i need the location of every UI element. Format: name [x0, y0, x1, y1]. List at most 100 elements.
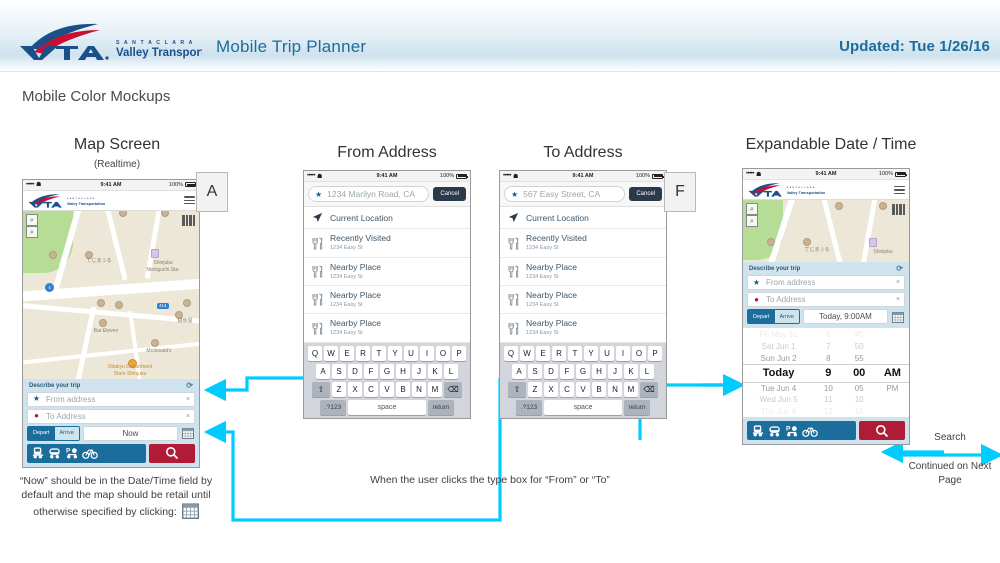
list-item[interactable]: Nearby Place 1234 Easy St	[500, 314, 666, 343]
picker-row[interactable]: Tue Jun 4 10 05 PM	[743, 383, 909, 395]
key-d[interactable]: D	[544, 363, 558, 379]
list-item[interactable]: Recently Visited 1234 Easy St	[500, 229, 666, 258]
key-v[interactable]: V	[576, 381, 590, 397]
hamburger-menu-icon[interactable]	[894, 184, 905, 196]
key-i[interactable]: I	[420, 345, 434, 361]
park-and-ride-icon[interactable]: P	[785, 424, 800, 438]
key-o[interactable]: O	[632, 345, 646, 361]
shift-key[interactable]: ⇧	[508, 381, 526, 397]
to-address-field[interactable]: ● To Address ×	[747, 292, 905, 308]
bicycle-icon[interactable]	[82, 446, 98, 460]
clear-to-icon[interactable]: ×	[896, 296, 900, 303]
zoom-out-icon[interactable]: ⌕	[746, 215, 758, 228]
calendar-button[interactable]	[891, 309, 905, 324]
picker-row[interactable]: Thu Jun 6 12 15	[743, 406, 909, 418]
key-j[interactable]: J	[412, 363, 426, 379]
key-s[interactable]: S	[332, 363, 346, 379]
key-e[interactable]: E	[340, 345, 354, 361]
depart-option[interactable]: Depart	[28, 426, 55, 440]
map-view[interactable]: てじまぅる Shinjuku ⌕ ⌕	[743, 200, 909, 263]
key-m[interactable]: M	[624, 381, 638, 397]
key-u[interactable]: U	[404, 345, 418, 361]
key-u[interactable]: U	[600, 345, 614, 361]
key-v[interactable]: V	[380, 381, 394, 397]
arrive-option[interactable]: Arrive	[774, 310, 799, 324]
picker-row-selected[interactable]: Today 9 00 AM	[743, 364, 909, 383]
to-address-field[interactable]: ● To Address ×	[27, 408, 195, 424]
space-key[interactable]: space	[544, 399, 622, 415]
key-c[interactable]: C	[560, 381, 574, 397]
key-a[interactable]: A	[316, 363, 330, 379]
time-value-field[interactable]: Now	[82, 425, 178, 441]
key-w[interactable]: W	[324, 345, 338, 361]
key-s[interactable]: S	[528, 363, 542, 379]
from-address-field[interactable]: ★ From address ×	[27, 391, 195, 407]
return-key[interactable]: return	[428, 399, 454, 415]
train-icon[interactable]	[31, 446, 46, 460]
key-y[interactable]: Y	[584, 345, 598, 361]
key-p[interactable]: P	[452, 345, 466, 361]
list-item[interactable]: Nearby Place 1234 Easy St	[304, 314, 470, 343]
list-item[interactable]: Current Location	[500, 207, 666, 230]
key-e[interactable]: E	[536, 345, 550, 361]
key-t[interactable]: T	[568, 345, 582, 361]
zoom-in-icon[interactable]: ⌕	[746, 203, 758, 216]
backspace-key[interactable]: ⌫	[640, 381, 658, 397]
key-n[interactable]: N	[608, 381, 622, 397]
depart-arrive-toggle[interactable]: Depart Arrive	[27, 425, 80, 441]
park-and-ride-icon[interactable]: P	[65, 446, 80, 460]
map-book-icon[interactable]	[892, 204, 905, 216]
key-t[interactable]: T	[372, 345, 386, 361]
train-icon[interactable]	[751, 424, 766, 438]
key-p[interactable]: P	[648, 345, 662, 361]
key-x[interactable]: X	[544, 381, 558, 397]
list-item[interactable]: Nearby Place 1234 Easy St	[304, 286, 470, 315]
key-i[interactable]: I	[616, 345, 630, 361]
map-view[interactable]: 4 414 てじまぅる Shinjuku Nishiguchi Sta. Bar…	[23, 210, 199, 379]
picker-row[interactable]: Sun Jun 2 8 55	[743, 353, 909, 365]
key-f[interactable]: F	[560, 363, 574, 379]
key-x[interactable]: X	[348, 381, 362, 397]
key-k[interactable]: K	[428, 363, 442, 379]
bus-icon[interactable]	[768, 424, 783, 438]
bus-icon[interactable]	[48, 446, 63, 460]
key-d[interactable]: D	[348, 363, 362, 379]
key-q[interactable]: Q	[308, 345, 322, 361]
key-z[interactable]: Z	[332, 381, 346, 397]
backspace-key[interactable]: ⌫	[444, 381, 462, 397]
search-button[interactable]	[149, 443, 195, 463]
bicycle-icon[interactable]	[802, 424, 818, 438]
return-key[interactable]: return	[624, 399, 650, 415]
depart-arrive-toggle[interactable]: Depart Arrive	[747, 309, 800, 325]
hamburger-menu-icon[interactable]	[184, 194, 195, 206]
key-b[interactable]: B	[396, 381, 410, 397]
key-l[interactable]: L	[444, 363, 458, 379]
refresh-icon[interactable]: ⟳	[896, 265, 903, 273]
clear-to-icon[interactable]: ×	[186, 413, 190, 420]
key-r[interactable]: R	[552, 345, 566, 361]
depart-option[interactable]: Depart	[748, 310, 775, 324]
key-m[interactable]: M	[428, 381, 442, 397]
key-z[interactable]: Z	[528, 381, 542, 397]
map-zoom-controls[interactable]: ⌕ ⌕	[746, 203, 758, 228]
list-item[interactable]: Current Location	[304, 207, 470, 230]
picker-row[interactable]: Wed Jun 5 11 10	[743, 394, 909, 406]
key-l[interactable]: L	[640, 363, 654, 379]
list-item[interactable]: Nearby Place 1234 Easy St	[500, 286, 666, 315]
key-y[interactable]: Y	[388, 345, 402, 361]
list-item[interactable]: Nearby Place 1234 Easy St	[304, 258, 470, 287]
search-button[interactable]	[859, 421, 905, 441]
cancel-button[interactable]: Cancel	[433, 187, 466, 202]
map-zoom-controls[interactable]: ⌕ ⌕	[26, 213, 38, 238]
from-address-field[interactable]: ★ From address ×	[747, 275, 905, 291]
picker-row[interactable]: Fri May 31 6 45	[743, 329, 909, 341]
map-book-icon[interactable]	[182, 214, 195, 226]
refresh-icon[interactable]: ⟳	[186, 381, 193, 390]
time-value-field[interactable]: Today, 9:00AM	[802, 309, 888, 325]
shift-key[interactable]: ⇧	[312, 381, 330, 397]
key-k[interactable]: K	[624, 363, 638, 379]
key-n[interactable]: N	[412, 381, 426, 397]
key-w[interactable]: W	[520, 345, 534, 361]
key-b[interactable]: B	[592, 381, 606, 397]
key-h[interactable]: H	[396, 363, 410, 379]
